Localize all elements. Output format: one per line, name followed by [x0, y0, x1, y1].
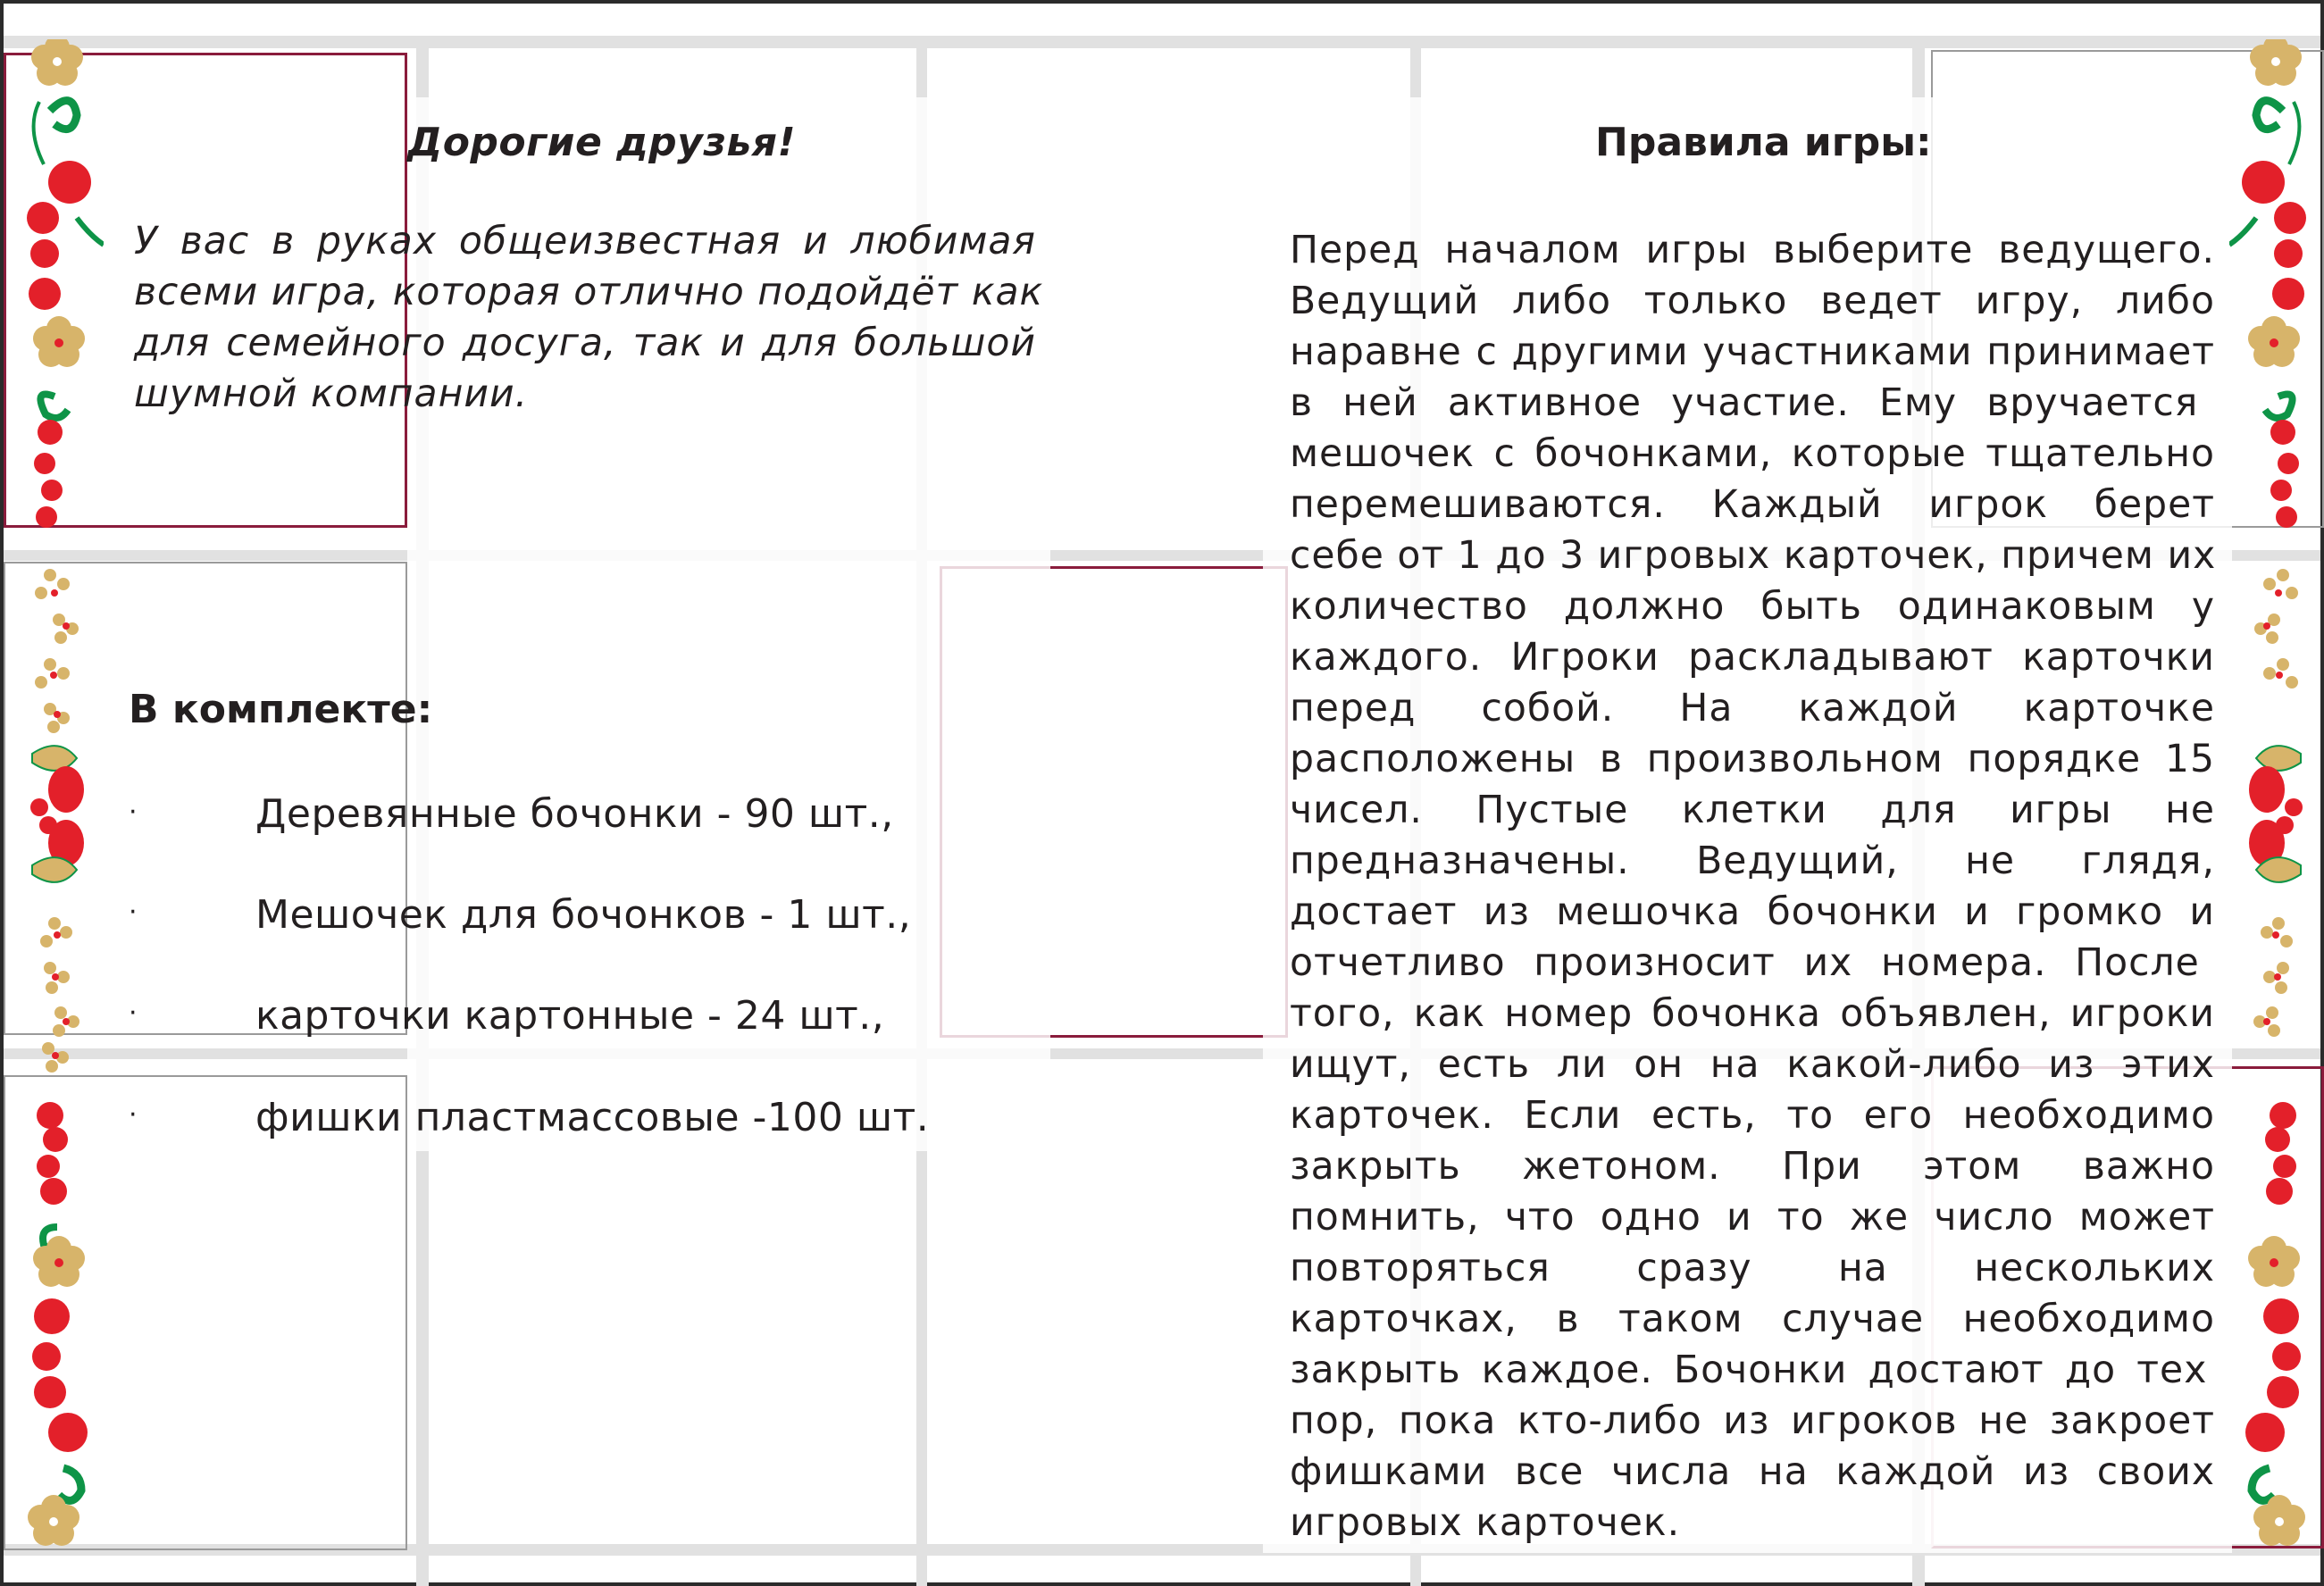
- rules-line: ищут, есть ли он на какой-либо из этих: [1290, 1043, 2215, 1087]
- rules-line: себе от 1 до 3 игровых карточек, причем …: [1290, 534, 2217, 578]
- rules-line: игровых карточек.: [1290, 1501, 1681, 1545]
- rules-line: Перед началом игры выберите ведущего.: [1290, 229, 2215, 272]
- gold-berry-cluster-icon: [35, 569, 79, 733]
- booklet-spread: Дорогие друзья! У вас в руках общеизвест…: [0, 0, 2324, 1586]
- bullet-icon: ·: [129, 998, 138, 1029]
- rules-line: отчетливо произносит их номера. После: [1290, 941, 2200, 985]
- rules-line: помнить, что одно и то же число может: [1290, 1196, 2215, 1240]
- rules-line: предназначены. Ведущий, не глядя,: [1290, 839, 2215, 883]
- kit-item-text: карточки картонные - 24 шт.,: [255, 993, 885, 1039]
- kit-title: В комплекте:: [129, 687, 433, 732]
- gold-berry-cluster-icon: [40, 917, 79, 1073]
- rules-line: фишками все числа на каждой из своих: [1290, 1450, 2215, 1494]
- rules-title: Правила игры:: [1595, 120, 1932, 165]
- intro-paragraph: У вас в руках общеизвестная и любимая вс…: [134, 216, 1044, 420]
- rules-paragraph: Перед началом игры выберите ведущего. Вед…: [1290, 225, 2215, 1548]
- greeting-title: Дорогие друзья!: [407, 120, 797, 165]
- rules-line: количество должно быть одинаковым у: [1290, 585, 2215, 629]
- rules-line: повторяться сразу на нескольких: [1290, 1247, 2215, 1290]
- kit-item-text: Мешочек для бочонков - 1 шт.,: [255, 892, 912, 938]
- right-floral-border-icon: [2229, 39, 2319, 1546]
- bullet-icon: ·: [129, 897, 138, 928]
- rules-line: мешочек с бочонками, которые тщательно: [1290, 432, 2215, 476]
- gold-flower-icon: [31, 39, 83, 86]
- rules-line: закрыть каждое. Бочонки достают до тех: [1290, 1348, 2208, 1392]
- intro-line: всеми игра, которая отлично подойдёт как: [134, 271, 1044, 314]
- bullet-icon: ·: [129, 1099, 138, 1131]
- rules-line: карточках, в таком случае необходимо: [1290, 1298, 2215, 1341]
- intro-line: шумной компании.: [134, 372, 529, 416]
- rules-line: перед собой. На каждой карточке: [1290, 687, 2215, 730]
- rules-line: карточек. Если есть, то его необходимо: [1290, 1094, 2215, 1138]
- kit-item-text: фишки пластмассовые -100 шт.: [255, 1095, 930, 1140]
- rules-line: того, как номер бочонка объявлен, игроки: [1290, 992, 2215, 1036]
- kit-item-text: Деревянные бочонки - 90 шт.,: [255, 791, 894, 837]
- left-floral-border-icon: [27, 39, 104, 1546]
- rules-line: перемешиваются. Каждый игрок берет: [1290, 483, 2215, 527]
- intro-line: У вас в руках общеизвестная и любимая: [134, 220, 1036, 263]
- rules-line: пор, пока кто-либо из игроков не закроет: [1290, 1399, 2215, 1443]
- rules-line: каждого. Игроки раскладывают карточки: [1290, 636, 2215, 680]
- strawberry-icon: [30, 745, 84, 883]
- rules-line: закрыть жетоном. При этом важно: [1290, 1145, 2215, 1189]
- rules-line: Ведущий либо только ведет игру, либо: [1290, 280, 2215, 323]
- bullet-icon: ·: [129, 797, 138, 828]
- rules-line: в ней активное участие. Ему вручается: [1290, 381, 2199, 425]
- intro-line: для семейного досуга, так и для большой: [134, 321, 1036, 365]
- rules-line: чисел. Пустые клетки для игры не: [1290, 789, 2215, 832]
- rules-line: расположены в произвольном порядке 15: [1290, 738, 2215, 781]
- grid-bar-top: [4, 36, 2320, 48]
- rules-line: достает из мешочка бочонки и громко и: [1290, 890, 2215, 934]
- red-berries-icon: [28, 1102, 88, 1546]
- rules-line: наравне с другими участниками принимает: [1290, 330, 2215, 374]
